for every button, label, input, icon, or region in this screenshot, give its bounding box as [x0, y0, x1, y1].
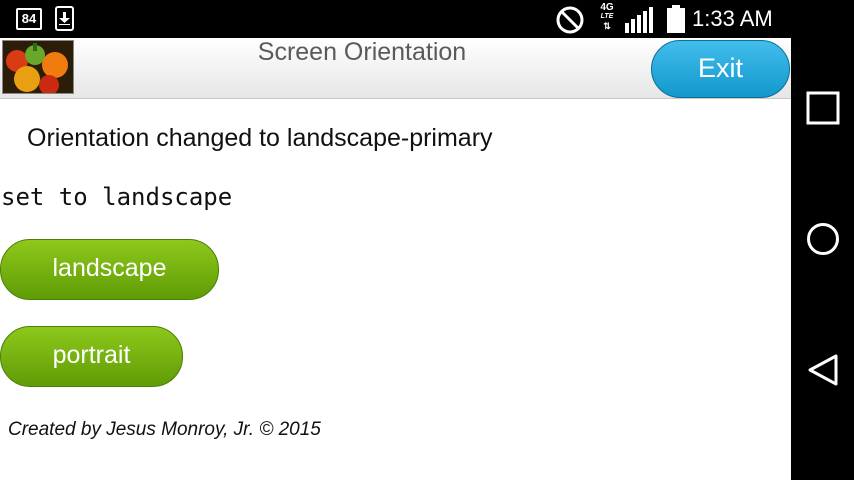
portrait-button[interactable]: portrait	[0, 326, 183, 387]
do-not-disturb-icon	[556, 6, 584, 34]
app-header: Screen Orientation Exit	[0, 38, 791, 99]
lte-data-icon: 4G LTE ⇅	[596, 2, 618, 32]
signal-strength-icon	[625, 7, 653, 33]
landscape-button[interactable]: landscape	[0, 239, 219, 300]
back-icon[interactable]	[806, 353, 840, 387]
recents-icon[interactable]	[806, 91, 840, 125]
page-title: Screen Orientation	[257, 38, 467, 66]
network-subtype: LTE	[600, 13, 614, 20]
credit-text: Created by Jesus Monroy, Jr. © 2015	[8, 419, 321, 440]
orientation-mode-text: set to landscape	[1, 183, 233, 211]
orientation-status-text: Orientation changed to landscape-primary	[27, 124, 493, 152]
vegetables-app-logo	[2, 40, 74, 94]
download-icon	[55, 6, 74, 31]
status-bar: 84 4G LTE ⇅ 1:33 AM	[0, 0, 791, 38]
navigation-bar	[791, 0, 854, 480]
network-type: 4G	[600, 2, 614, 13]
app-screen: Screen Orientation Exit Orientation chan…	[0, 38, 791, 480]
battery-icon	[667, 5, 685, 33]
clock-time: 1:33 AM	[692, 6, 773, 31]
notification-count-icon: 84	[16, 8, 42, 30]
exit-button[interactable]: Exit	[651, 40, 790, 98]
home-icon[interactable]	[806, 222, 840, 256]
